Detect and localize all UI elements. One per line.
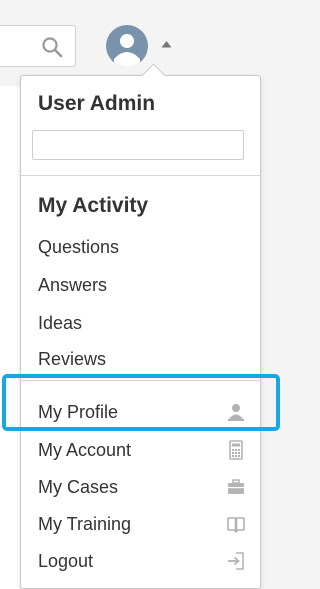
menu-item-my-account[interactable]: My Account bbox=[21, 432, 260, 468]
menu-item-label: Logout bbox=[38, 551, 94, 571]
menu-item-questions[interactable]: Questions bbox=[21, 229, 260, 265]
caret-up-icon[interactable] bbox=[161, 40, 172, 48]
menu-item-label: Answers bbox=[38, 275, 108, 295]
menu-item-label: Ideas bbox=[38, 313, 83, 333]
menu-divider bbox=[21, 175, 260, 176]
menu-item-answers[interactable]: Answers bbox=[21, 267, 260, 303]
highlight-box bbox=[2, 374, 280, 431]
menu-item-label: Questions bbox=[38, 237, 120, 257]
menu-search-input[interactable] bbox=[32, 130, 244, 160]
menu-item-reviews[interactable]: Reviews bbox=[21, 341, 260, 377]
menu-item-my-training[interactable]: My Training bbox=[21, 506, 260, 542]
menu-item-label: Reviews bbox=[38, 349, 107, 369]
calculator-icon bbox=[229, 440, 243, 460]
book-icon bbox=[227, 517, 245, 533]
menu-item-logout[interactable]: Logout bbox=[21, 543, 260, 579]
activity-section-title: My Activity bbox=[38, 194, 149, 217]
menu-item-label: My Training bbox=[38, 514, 132, 534]
briefcase-icon bbox=[228, 479, 244, 494]
menu-item-my-cases[interactable]: My Cases bbox=[21, 469, 260, 505]
search-button[interactable] bbox=[0, 25, 76, 67]
menu-item-label: My Account bbox=[38, 440, 132, 460]
user-avatar-button[interactable] bbox=[106, 25, 148, 67]
user-dropdown-menu: User Admin My Activity Questions Answers… bbox=[20, 63, 261, 589]
logout-icon bbox=[228, 552, 244, 570]
menu-title: User Admin bbox=[38, 92, 156, 115]
user-avatar-icon bbox=[114, 34, 140, 67]
search-icon bbox=[42, 37, 63, 58]
page-background-strip bbox=[0, 86, 20, 589]
menu-item-label: My Cases bbox=[38, 477, 119, 497]
menu-item-ideas[interactable]: Ideas bbox=[21, 305, 260, 341]
